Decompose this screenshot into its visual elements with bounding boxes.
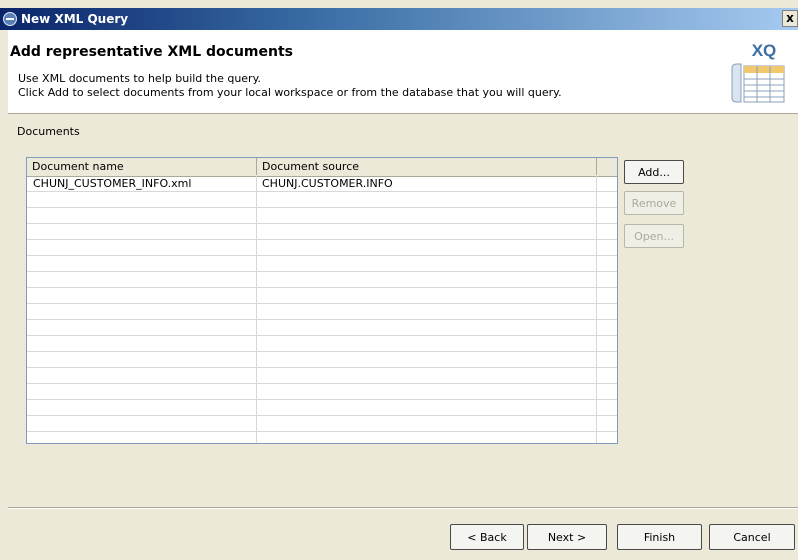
window-close-button[interactable]: x [782, 10, 798, 27]
table-row[interactable] [27, 368, 617, 384]
xq-badge-text: XQ [752, 41, 777, 60]
wizard-description-line-2: Click Add to select documents from your … [18, 86, 562, 99]
xq-table-icon: XQ [731, 41, 785, 103]
table-row[interactable] [27, 240, 617, 256]
footer-separator [8, 507, 798, 509]
table-row[interactable] [27, 384, 617, 400]
wizard-description-line-1: Use XML documents to help build the quer… [18, 72, 262, 85]
cancel-button[interactable]: Cancel [709, 524, 795, 550]
wizard-header: Add representative XML documents Use XML… [8, 30, 798, 114]
window-title-bar[interactable]: New XML Query x [0, 8, 798, 30]
table-row[interactable] [27, 416, 617, 432]
add-button[interactable]: Add... [624, 160, 684, 184]
cell-document-source: CHUNJ.CUSTOMER.INFO [262, 177, 393, 190]
documents-label: Documents [17, 125, 80, 138]
table-row[interactable] [27, 288, 617, 304]
back-button[interactable]: < Back [450, 524, 524, 550]
app-icon [3, 12, 17, 26]
table-row[interactable] [27, 320, 617, 336]
column-header-document-name[interactable]: Document name [27, 158, 257, 175]
finish-button[interactable]: Finish [617, 524, 702, 550]
table-row[interactable] [27, 208, 617, 224]
table-row[interactable] [27, 432, 617, 443]
column-header-document-source[interactable]: Document source [257, 158, 597, 175]
remove-button[interactable]: Remove [624, 191, 684, 215]
next-button[interactable]: Next > [527, 524, 607, 550]
table-row[interactable] [27, 224, 617, 240]
table-row[interactable] [27, 336, 617, 352]
documents-table[interactable]: Document name Document source CHUNJ_CUST… [26, 157, 618, 444]
table-row[interactable] [27, 192, 617, 208]
table-row[interactable] [27, 400, 617, 416]
open-button[interactable]: Open... [624, 224, 684, 248]
table-row[interactable]: CHUNJ_CUSTOMER_INFO.xml CHUNJ.CUSTOMER.IN… [27, 176, 617, 192]
window-title: New XML Query [21, 12, 129, 26]
table-header: Document name Document source [27, 158, 617, 177]
wizard-page-title: Add representative XML documents [10, 44, 293, 60]
table-row[interactable] [27, 256, 617, 272]
table-body: CHUNJ_CUSTOMER_INFO.xml CHUNJ.CUSTOMER.IN… [27, 176, 617, 443]
cell-document-name: CHUNJ_CUSTOMER_INFO.xml [33, 177, 192, 190]
table-row[interactable] [27, 304, 617, 320]
table-row[interactable] [27, 352, 617, 368]
table-row[interactable] [27, 272, 617, 288]
